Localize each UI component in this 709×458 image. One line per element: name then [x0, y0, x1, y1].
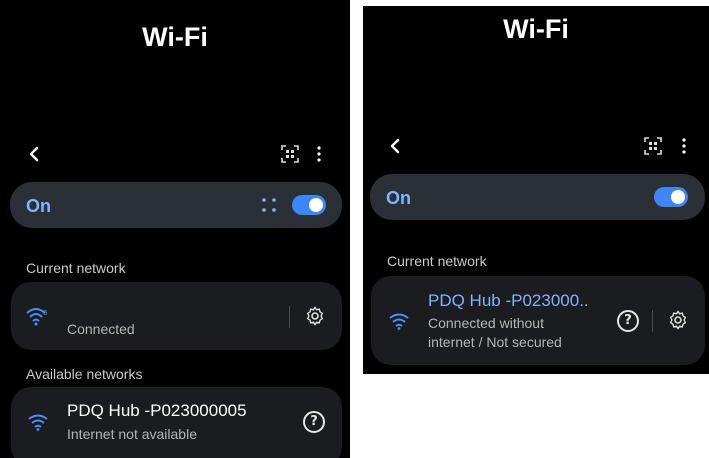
help-icon[interactable]: ? [617, 310, 639, 332]
back-arrow-icon[interactable] [26, 146, 42, 162]
divider [652, 310, 653, 332]
page-title: Wi-Fi [142, 22, 208, 52]
gear-icon[interactable] [668, 310, 688, 330]
gear-icon[interactable] [305, 306, 325, 326]
back-arrow-icon[interactable] [387, 138, 403, 154]
wifi-direct-icon[interactable] [261, 197, 277, 213]
current-network-header: Current network [26, 260, 126, 276]
qr-scan-icon[interactable] [644, 137, 662, 155]
wifi-toggle[interactable] [292, 195, 326, 215]
current-network-status-line1: Connected without [428, 315, 544, 331]
toggle-knob [309, 198, 323, 212]
current-network-status-line2: internet / Not secured [428, 334, 562, 350]
wifi-icon [389, 313, 409, 330]
on-label: On [26, 196, 51, 216]
right-wifi-screen: Wi-Fi On Current network PDQ Hub -P02300… [363, 6, 709, 374]
available-network-item[interactable]: PDQ Hub -P023000005 Internet not availab… [11, 387, 342, 458]
wifi-master-toggle-bar[interactable]: On [370, 174, 705, 220]
network-status: Internet not available [67, 426, 197, 442]
more-vert-icon[interactable] [316, 146, 322, 162]
current-network-name: PDQ Hub -P023000.. [428, 291, 589, 310]
more-vert-icon[interactable] [681, 138, 687, 154]
current-network-header: Current network [387, 253, 487, 269]
divider [289, 306, 290, 328]
left-wifi-screen: Wi-Fi On Current network 6 Connected Ava… [0, 0, 350, 458]
svg-text:6: 6 [43, 309, 48, 317]
available-networks-header: Available networks [26, 366, 143, 382]
help-icon[interactable]: ? [303, 411, 325, 433]
current-network-status: Connected [67, 321, 135, 337]
qr-scan-icon[interactable] [281, 145, 299, 163]
wifi-toggle[interactable] [654, 187, 688, 207]
wifi-icon [28, 414, 48, 431]
wifi-icon: 6 [26, 308, 48, 326]
on-label: On [386, 188, 411, 208]
toggle-knob [671, 190, 685, 204]
wifi-master-toggle-bar[interactable]: On [10, 182, 342, 228]
network-name: PDQ Hub -P023000005 [67, 401, 247, 420]
page-title: Wi-Fi [503, 14, 569, 44]
current-network-card[interactable]: 6 Connected [11, 282, 342, 350]
current-network-card[interactable]: PDQ Hub -P023000.. Connected without int… [371, 276, 705, 365]
